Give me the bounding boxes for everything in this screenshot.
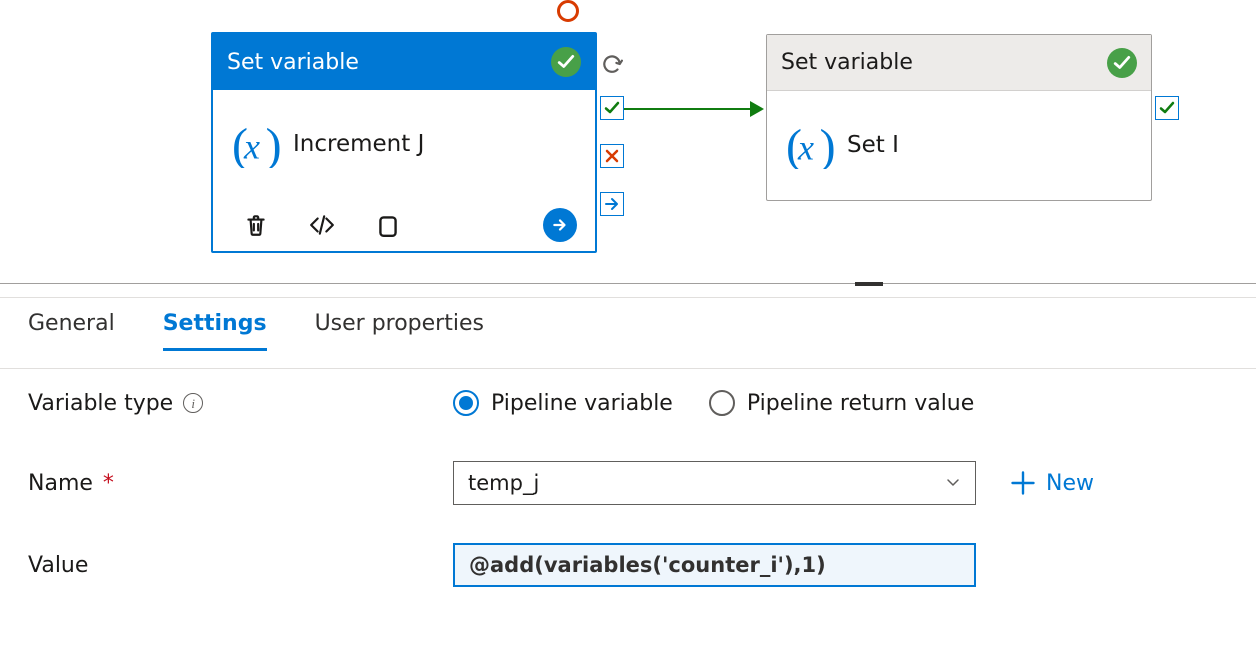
required-asterisk: * [103, 471, 114, 496]
dependency-success-handle[interactable] [600, 96, 624, 120]
radio-label: Pipeline variable [491, 391, 673, 416]
name-select-value: temp_j [468, 471, 539, 495]
validation-indicator-icon [557, 0, 579, 22]
dependency-skipped-handle[interactable] [600, 192, 624, 216]
status-success-icon [551, 47, 581, 77]
radio-unchecked-icon [709, 390, 735, 416]
dependency-success-handle[interactable] [1155, 96, 1179, 120]
tab-settings[interactable]: Settings [163, 311, 267, 351]
svg-text:): ) [266, 120, 280, 168]
new-variable-button[interactable]: New [1010, 470, 1094, 496]
code-button[interactable] [307, 210, 337, 240]
status-success-icon [1107, 48, 1137, 78]
variable-x-icon: ( x ) [227, 115, 285, 173]
clone-button[interactable] [373, 210, 403, 240]
radio-label: Pipeline return value [747, 391, 974, 416]
activity-title-bar[interactable]: Set variable [213, 34, 595, 90]
radio-checked-icon [453, 390, 479, 416]
info-icon[interactable]: i [183, 393, 203, 413]
activity-card-set-i[interactable]: Set variable ( x ) Set I [766, 34, 1152, 201]
svg-text:x: x [797, 127, 814, 167]
activity-card-increment-j[interactable]: Set variable ( x ) Increment J [211, 32, 597, 253]
name-select[interactable]: temp_j [453, 461, 976, 505]
variable-x-icon: ( x ) [781, 116, 839, 174]
tabs-underline [0, 368, 1256, 369]
variable-type-label-text: Variable type [28, 391, 173, 416]
properties-panel: General Settings User properties Variabl… [0, 283, 1256, 625]
dependency-failure-handle[interactable] [600, 144, 624, 168]
tab-user-properties[interactable]: User properties [315, 311, 484, 351]
success-dependency-connector[interactable] [624, 107, 764, 111]
radio-pipeline-return-value[interactable]: Pipeline return value [709, 390, 974, 416]
value-label-text: Value [28, 553, 88, 578]
svg-text:): ) [820, 121, 834, 169]
value-label: Value [28, 553, 453, 578]
activity-name-label: Increment J [293, 131, 424, 157]
radio-pipeline-variable[interactable]: Pipeline variable [453, 390, 673, 416]
variable-type-label: Variable type i [28, 391, 453, 416]
name-label-text: Name [28, 471, 93, 496]
activity-name-label: Set I [847, 132, 899, 158]
value-input[interactable]: @add(variables('counter_i'),1) [453, 543, 976, 587]
value-input-text: @add(variables('counter_i'),1) [469, 553, 826, 577]
activity-type-label: Set variable [781, 50, 1107, 75]
plus-icon [1010, 470, 1036, 496]
activity-type-label: Set variable [227, 50, 551, 75]
chevron-down-icon [945, 471, 961, 495]
delete-button[interactable] [241, 210, 271, 240]
activity-title-bar[interactable]: Set variable [767, 35, 1151, 91]
svg-text:x: x [243, 126, 260, 166]
tab-general[interactable]: General [28, 311, 115, 351]
new-link-label: New [1046, 471, 1094, 496]
pipeline-canvas[interactable]: Set variable ( x ) Increment J [0, 0, 1256, 283]
dependency-completion-handle[interactable] [600, 52, 624, 76]
name-label: Name * [28, 471, 453, 496]
debug-run-button[interactable] [543, 208, 577, 242]
